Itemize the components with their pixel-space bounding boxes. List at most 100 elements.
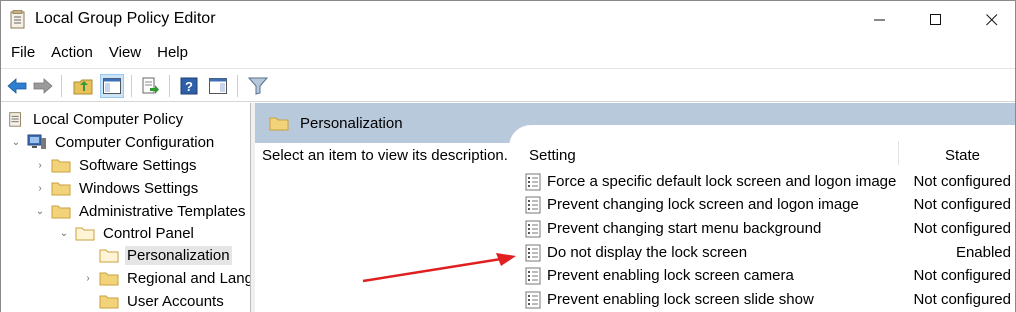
window-title: Local Group Policy Editor: [35, 10, 216, 27]
up-one-level-button[interactable]: [71, 74, 95, 98]
menu-file[interactable]: File: [1, 41, 43, 67]
policy-setting-icon: [525, 173, 541, 190]
policy-state: Not configured: [913, 291, 1011, 308]
policy-name: Prevent enabling lock screen camera: [547, 267, 794, 284]
maximize-icon: [930, 14, 941, 25]
policy-setting-icon: [525, 291, 541, 308]
policy-document-icon: [9, 112, 21, 127]
pane-title: Personalization: [300, 115, 403, 132]
tree-label: Windows Settings: [79, 179, 199, 197]
policy-state: Enabled: [955, 244, 1011, 261]
policy-row[interactable]: Prevent enabling lock screen slide show …: [525, 288, 1015, 311]
minimize-button[interactable]: [857, 1, 903, 39]
policy-row[interactable]: Force a specific default lock screen and…: [525, 170, 1015, 193]
toolbar: ?: [1, 68, 1015, 102]
folder-open-icon: [99, 249, 119, 263]
tree-item-computer-configuration[interactable]: ⌄ Computer Configuration: [9, 131, 216, 153]
policy-setting-icon: [525, 196, 541, 213]
policy-setting-icon: [525, 267, 541, 284]
svg-text:?: ?: [185, 79, 193, 94]
export-list-icon: [142, 77, 159, 94]
chevron-down-icon[interactable]: ⌄: [33, 204, 47, 218]
toolbar-separator: [131, 75, 132, 97]
menu-help[interactable]: Help: [149, 41, 196, 67]
chevron-right-icon[interactable]: ›: [33, 181, 47, 195]
policy-row[interactable]: Prevent changing start menu background N…: [525, 217, 1015, 240]
policy-state: Not configured: [913, 196, 1011, 213]
policy-state: Not configured: [913, 173, 1011, 190]
policy-row[interactable]: Prevent enabling lock screen camera Not …: [525, 264, 1015, 287]
filter-button[interactable]: [246, 74, 270, 98]
tree-label-selected: Personalization: [125, 245, 232, 265]
tree-item-regional-and-language[interactable]: › Regional and Lang: [81, 267, 250, 289]
folder-icon: [269, 117, 289, 131]
console-tree-icon: [103, 78, 121, 94]
policy-state: Not configured: [913, 220, 1011, 237]
folder-icon: [51, 205, 71, 219]
policy-name: Do not display the lock screen: [547, 244, 748, 261]
action-pane-icon: [209, 78, 227, 94]
policy-name: Prevent enabling lock screen slide show: [547, 291, 814, 308]
folder-icon: [99, 272, 119, 286]
policy-row[interactable]: Do not display the lock screen Enabled: [525, 241, 1015, 264]
tree-item-local-computer-policy[interactable]: Local Computer Policy: [7, 108, 185, 130]
folder-open-icon: [75, 227, 95, 241]
policy-state: Not configured: [913, 267, 1011, 284]
show-hide-console-tree-button[interactable]: [100, 74, 124, 98]
menu-action[interactable]: Action: [43, 41, 101, 67]
policy-name: Force a specific default lock screen and…: [547, 173, 897, 190]
folder-up-icon: [73, 79, 93, 95]
tree-label: User Accounts: [127, 292, 224, 310]
tree-label: Administrative Templates: [79, 202, 246, 220]
tree-item-administrative-templates[interactable]: ⌄ Administrative Templates: [33, 200, 247, 222]
policy-setting-icon: [525, 220, 541, 237]
export-list-button[interactable]: [139, 74, 163, 98]
folder-icon: [99, 295, 119, 309]
policy-name: Prevent changing start menu background: [547, 220, 822, 237]
back-arrow-icon: [7, 78, 27, 94]
computer-icon: [27, 134, 46, 149]
menu-view[interactable]: View: [101, 41, 149, 67]
chevron-right-icon[interactable]: ›: [33, 158, 47, 172]
column-header-state[interactable]: State: [945, 147, 980, 164]
close-icon: [986, 14, 998, 26]
tree-label: Computer Configuration: [55, 133, 215, 151]
tree-label: Software Settings: [79, 156, 197, 174]
policy-row[interactable]: Prevent changing lock screen and logon i…: [525, 193, 1015, 216]
help-icon: ?: [180, 77, 198, 95]
tree-item-personalization[interactable]: Personalization: [99, 244, 232, 266]
tree-item-software-settings[interactable]: › Software Settings: [33, 154, 199, 176]
toolbar-separator: [237, 75, 238, 97]
policy-name: Prevent changing lock screen and logon i…: [547, 196, 859, 213]
filter-funnel-icon: [248, 77, 268, 95]
tree-label: Local Computer Policy: [33, 110, 184, 128]
tree-item-windows-settings[interactable]: › Windows Settings: [33, 177, 200, 199]
folder-icon: [51, 182, 71, 196]
column-divider[interactable]: [898, 141, 899, 165]
folder-icon: [51, 159, 71, 173]
close-button[interactable]: [969, 1, 1015, 39]
chevron-down-icon[interactable]: ⌄: [57, 226, 71, 240]
forward-button[interactable]: [31, 74, 55, 98]
gpedit-window: Local Group Policy Editor File Action Vi…: [0, 0, 1016, 312]
title-bar: Local Group Policy Editor: [1, 1, 1015, 39]
chevron-right-icon[interactable]: ›: [81, 271, 95, 285]
chevron-down-icon[interactable]: ⌄: [9, 135, 23, 149]
console-tree: Local Computer Policy ⌄ Computer Configu…: [1, 103, 251, 312]
column-header-setting[interactable]: Setting: [529, 147, 576, 164]
policy-setting-icon: [525, 244, 541, 261]
maximize-button[interactable]: [913, 1, 959, 39]
show-action-pane-button[interactable]: [206, 74, 230, 98]
minimize-icon: [874, 19, 885, 21]
menu-bar: File Action View Help: [1, 41, 196, 67]
policy-editor-app-icon: [10, 10, 25, 29]
tree-item-control-panel[interactable]: ⌄ Control Panel: [57, 222, 196, 244]
tree-item-user-accounts[interactable]: User Accounts: [99, 290, 226, 312]
tree-label: Control Panel: [103, 224, 194, 242]
help-button[interactable]: ?: [177, 74, 201, 98]
toolbar-separator: [169, 75, 170, 97]
description-text: Select an item to view its description.: [262, 147, 508, 164]
toolbar-separator: [61, 75, 62, 97]
back-button[interactable]: [5, 74, 29, 98]
details-pane: Personalization Select an item to view i…: [255, 103, 1015, 312]
